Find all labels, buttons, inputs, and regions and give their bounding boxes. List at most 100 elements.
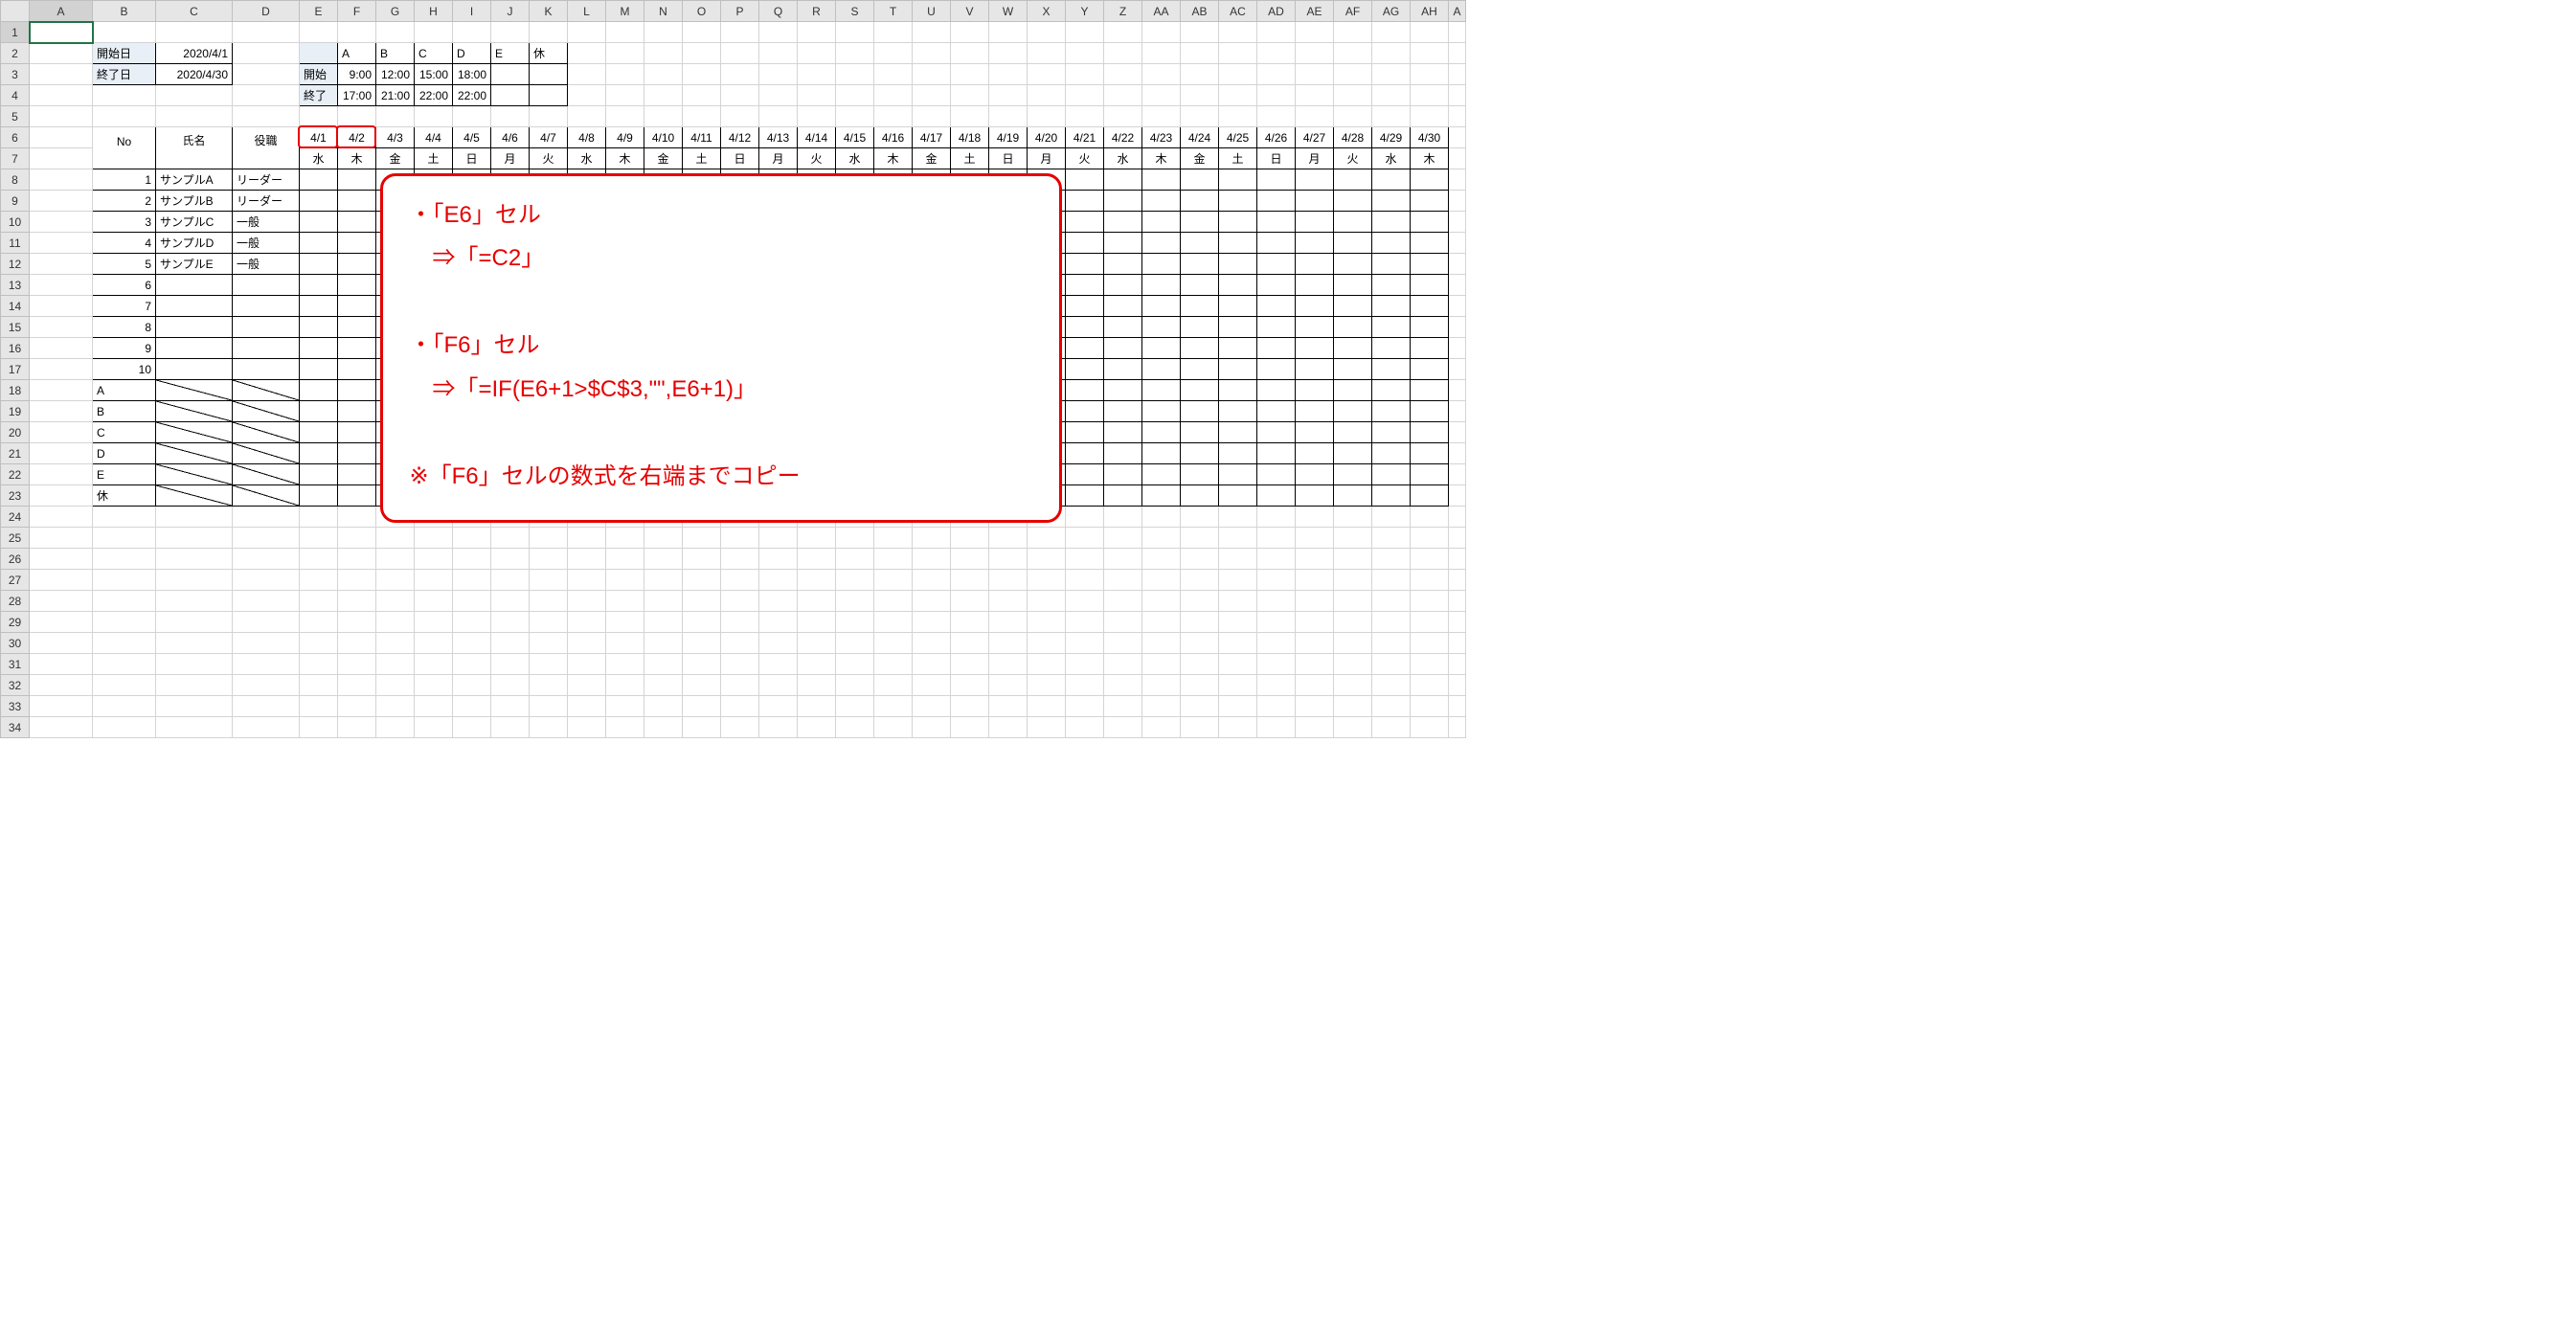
cell[interactable] xyxy=(1142,43,1181,64)
cell[interactable]: 10 xyxy=(93,359,156,380)
cell[interactable] xyxy=(1104,43,1142,64)
cell[interactable] xyxy=(1219,317,1257,338)
cell[interactable] xyxy=(376,696,415,717)
cell[interactable] xyxy=(721,570,759,591)
column-header[interactable]: H xyxy=(415,1,453,22)
cell[interactable]: 木 xyxy=(606,148,644,169)
cell[interactable] xyxy=(300,106,338,127)
cell[interactable] xyxy=(1296,570,1334,591)
cell[interactable] xyxy=(156,380,233,401)
cell[interactable] xyxy=(1219,254,1257,275)
cell[interactable]: 4/4 xyxy=(415,127,453,148)
cell[interactable]: サンプルA xyxy=(156,169,233,191)
cell[interactable] xyxy=(233,464,300,485)
cell[interactable] xyxy=(1257,528,1296,549)
cell[interactable] xyxy=(989,717,1028,738)
cell[interactable]: リーダー xyxy=(233,169,300,191)
cell[interactable] xyxy=(989,549,1028,570)
cell[interactable] xyxy=(1372,64,1411,85)
cell[interactable] xyxy=(1104,254,1142,275)
cell[interactable] xyxy=(1104,633,1142,654)
cell[interactable] xyxy=(683,43,721,64)
cell[interactable] xyxy=(606,654,644,675)
cell[interactable]: 21:00 xyxy=(376,85,415,106)
cell[interactable] xyxy=(759,696,798,717)
cell[interactable] xyxy=(836,633,874,654)
cell[interactable] xyxy=(1181,401,1219,422)
cell[interactable] xyxy=(530,528,568,549)
cell[interactable] xyxy=(1296,464,1334,485)
cell[interactable] xyxy=(1028,591,1066,612)
cell[interactable] xyxy=(1334,654,1372,675)
cell[interactable] xyxy=(721,549,759,570)
cell[interactable] xyxy=(798,85,836,106)
cell[interactable] xyxy=(1296,275,1334,296)
cell[interactable] xyxy=(1449,570,1466,591)
cell[interactable]: 木 xyxy=(1411,148,1449,169)
cell[interactable] xyxy=(1219,106,1257,127)
cell[interactable] xyxy=(1411,696,1449,717)
cell[interactable]: 4/23 xyxy=(1142,127,1181,148)
cell[interactable] xyxy=(836,696,874,717)
cell[interactable] xyxy=(1142,633,1181,654)
cell[interactable] xyxy=(606,43,644,64)
cell[interactable] xyxy=(606,64,644,85)
cell[interactable] xyxy=(644,64,683,85)
cell[interactable] xyxy=(453,633,491,654)
cell[interactable] xyxy=(1219,422,1257,443)
cell[interactable] xyxy=(1449,443,1466,464)
cell[interactable]: 日 xyxy=(1257,148,1296,169)
cell[interactable] xyxy=(1411,64,1449,85)
cell[interactable] xyxy=(1296,717,1334,738)
cell[interactable] xyxy=(989,570,1028,591)
cell[interactable] xyxy=(491,570,530,591)
cell[interactable] xyxy=(1028,633,1066,654)
cell[interactable] xyxy=(1066,528,1104,549)
cell[interactable] xyxy=(874,717,913,738)
cell[interactable] xyxy=(156,296,233,317)
cell[interactable] xyxy=(300,696,338,717)
cell[interactable] xyxy=(1372,633,1411,654)
cell[interactable] xyxy=(606,106,644,127)
row-header[interactable]: 31 xyxy=(1,654,30,675)
cell[interactable]: 4 xyxy=(93,233,156,254)
cell[interactable] xyxy=(233,422,300,443)
cell[interactable] xyxy=(1104,233,1142,254)
cell[interactable] xyxy=(1449,549,1466,570)
cell[interactable] xyxy=(30,127,93,148)
cell[interactable] xyxy=(683,64,721,85)
cell[interactable] xyxy=(156,85,233,106)
cell[interactable] xyxy=(1296,401,1334,422)
cell[interactable] xyxy=(644,549,683,570)
cell[interactable] xyxy=(93,612,156,633)
cell[interactable]: 日 xyxy=(721,148,759,169)
cell[interactable] xyxy=(1411,570,1449,591)
cell[interactable] xyxy=(1257,169,1296,191)
cell[interactable] xyxy=(989,591,1028,612)
cell[interactable] xyxy=(1066,359,1104,380)
cell[interactable] xyxy=(1372,212,1411,233)
cell[interactable] xyxy=(300,633,338,654)
cell[interactable] xyxy=(233,528,300,549)
cell[interactable] xyxy=(606,22,644,43)
cell[interactable]: 4/6 xyxy=(491,127,530,148)
cell[interactable]: 金 xyxy=(1181,148,1219,169)
cell[interactable] xyxy=(798,43,836,64)
cell[interactable] xyxy=(338,570,376,591)
cell[interactable] xyxy=(156,717,233,738)
cell[interactable] xyxy=(1334,717,1372,738)
cell[interactable] xyxy=(606,591,644,612)
cell[interactable] xyxy=(1411,401,1449,422)
cell[interactable] xyxy=(606,85,644,106)
cell[interactable] xyxy=(989,528,1028,549)
cell[interactable] xyxy=(606,612,644,633)
cell[interactable] xyxy=(1142,464,1181,485)
cell[interactable] xyxy=(1372,717,1411,738)
cell[interactable] xyxy=(1334,633,1372,654)
cell[interactable] xyxy=(1028,106,1066,127)
row-header[interactable]: 3 xyxy=(1,64,30,85)
cell[interactable] xyxy=(1372,443,1411,464)
cell[interactable] xyxy=(1104,317,1142,338)
cell[interactable] xyxy=(683,633,721,654)
cell[interactable] xyxy=(1181,212,1219,233)
